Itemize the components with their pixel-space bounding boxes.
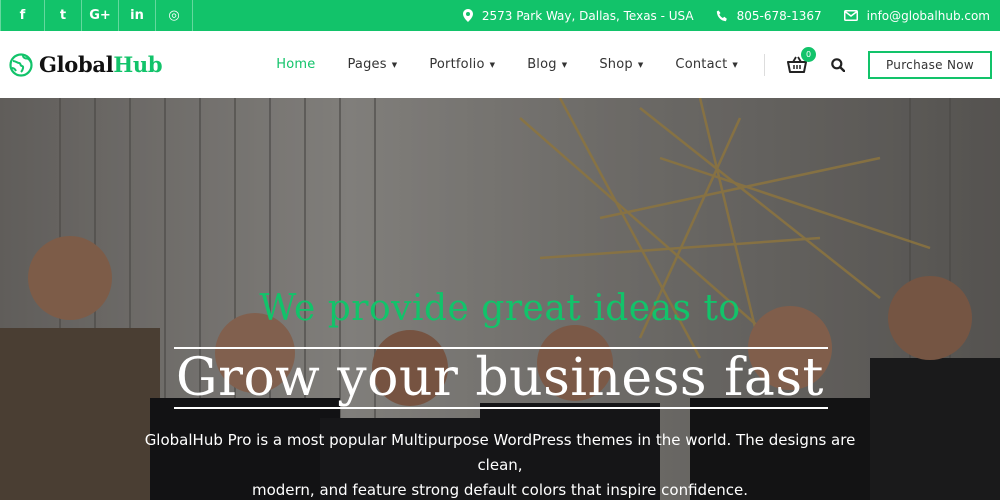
social-links: f t G+ in ◎ [0,0,193,31]
phone-icon [716,10,727,21]
logo-main: Global [39,52,114,77]
twitter-icon[interactable]: t [45,0,82,31]
nav-shop-label: Shop [599,57,633,72]
caret-down-icon: ▼ [391,60,398,69]
logo-accent: Hub [113,52,163,77]
nav-blog-label: Blog [527,57,557,72]
caret-down-icon: ▼ [637,60,644,69]
contact-info: 2573 Park Way, Dallas, Texas - USA 805-6… [443,9,1000,23]
nav-portfolio-label: Portfolio [429,57,485,72]
hero-tagline: We provide great ideas to [259,288,741,329]
nav-portfolio[interactable]: Portfolio ▼ [429,57,495,72]
hero-description-line2: modern, and feature strong default color… [251,481,749,499]
purchase-now-button[interactable]: Purchase Now [868,50,992,79]
nav-divider [764,53,765,76]
globe-icon [9,52,33,77]
google-plus-icon[interactable]: G+ [82,0,119,31]
main-header: GlobalHub Home Pages ▼ Portfolio ▼ Blog ▼ S… [0,31,1000,98]
phone-item: 805-678-1367 [716,9,822,23]
cart-count-badge: 0 [801,47,816,62]
phone-text: 805-678-1367 [736,8,822,23]
hero-headline: Grow your business fast [176,348,824,408]
linkedin-icon[interactable]: in [119,0,156,31]
hero-description-line1: GlobalHub Pro is a most popular Multipur… [144,431,856,474]
caret-down-icon: ▼ [732,60,738,69]
address-text: 2573 Park Way, Dallas, Texas - USA [481,8,694,23]
search-icon [831,57,845,72]
map-pin-icon [462,9,473,22]
main-nav: Home Pages ▼ Portfolio ▼ Blog ▼ Shop ▼ Conta… [244,47,1000,79]
caret-down-icon: ▼ [489,60,496,69]
nav-home-label: Home [276,57,316,72]
nav-pages-label: Pages [347,57,387,72]
nav-shop[interactable]: Shop ▼ [599,57,643,72]
caret-down-icon: ▼ [561,60,568,69]
logo-text: GlobalHub [39,52,163,77]
nav-contact-label: Contact [675,57,728,72]
email-item: info@globalhub.com [843,9,990,23]
hero-description: GlobalHub Pro is a most popular Multipur… [120,428,880,500]
nav-pages[interactable]: Pages ▼ [347,57,397,72]
instagram-icon[interactable]: ◎ [156,0,193,31]
envelope-icon [843,10,858,21]
cart-button[interactable]: 0 [787,47,816,73]
nav-blog[interactable]: Blog ▼ [527,57,567,72]
nav-home[interactable]: Home [276,57,315,72]
nav-contact[interactable]: Contact ▼ [675,57,738,72]
facebook-icon[interactable]: f [0,0,45,31]
address-item: 2573 Park Way, Dallas, Texas - USA [462,8,694,23]
site-logo[interactable]: GlobalHub [9,52,163,77]
top-bar: f t G+ in ◎ 2573 Park Way, Dallas, Texas… [0,0,1000,31]
email-text[interactable]: info@globalhub.com [867,9,990,23]
search-button[interactable] [831,57,845,72]
